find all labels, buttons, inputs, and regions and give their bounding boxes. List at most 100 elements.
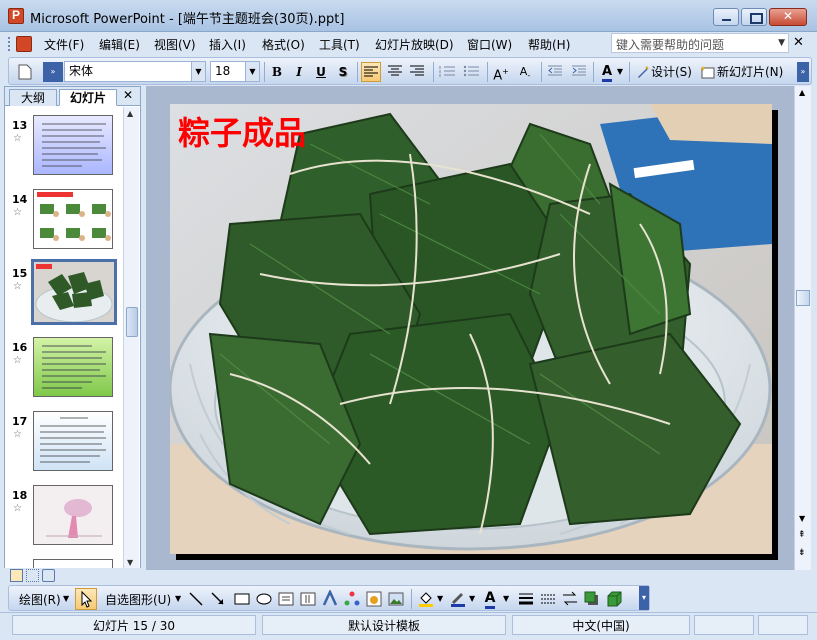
- shadow-button[interactable]: S: [333, 62, 353, 82]
- toolbar-options-icon[interactable]: »: [43, 62, 63, 82]
- shadow-style-icon[interactable]: [583, 590, 601, 608]
- close-pane-icon[interactable]: ✕: [123, 88, 133, 102]
- slide-sorter-icon[interactable]: [26, 569, 39, 582]
- align-right-icon[interactable]: [407, 62, 427, 82]
- close-document-icon[interactable]: ✕: [793, 35, 804, 50]
- vertical-textbox-icon[interactable]: [299, 590, 317, 608]
- chevron-down-icon[interactable]: ▼: [503, 594, 509, 603]
- design-template-status[interactable]: 默认设计模板: [262, 615, 506, 635]
- font-color-icon[interactable]: A: [481, 590, 499, 609]
- menu-view[interactable]: 视图(V): [154, 36, 196, 53]
- line-color-icon[interactable]: [449, 590, 467, 608]
- arrow-style-icon[interactable]: [561, 590, 579, 608]
- fill-color-icon[interactable]: [417, 590, 435, 608]
- minimize-button[interactable]: [713, 8, 739, 26]
- wordart-icon[interactable]: [321, 589, 339, 608]
- close-window-button[interactable]: [769, 8, 807, 26]
- design-button[interactable]: 设计(S): [651, 62, 692, 82]
- scroll-down-icon[interactable]: ▼: [127, 558, 133, 567]
- previous-slide-icon[interactable]: ⇞: [798, 530, 806, 540]
- font-color-icon[interactable]: A: [597, 62, 617, 82]
- draw-menu-button[interactable]: 绘图(R): [19, 591, 61, 608]
- dropdown-arrow-icon[interactable]: ▼: [778, 38, 785, 48]
- chevron-down-icon[interactable]: ▼: [437, 594, 443, 603]
- normal-view-icon[interactable]: [10, 569, 23, 582]
- slide-thumbnail[interactable]: [33, 189, 113, 249]
- slide-thumbnail[interactable]: [33, 337, 113, 397]
- document-icon[interactable]: [16, 36, 32, 52]
- separator: [411, 589, 412, 609]
- menu-format[interactable]: 格式(O): [262, 36, 305, 53]
- font-size-select[interactable]: 18 ▼: [210, 61, 260, 82]
- decrease-font-icon[interactable]: A-: [515, 62, 535, 82]
- tab-outline[interactable]: 大纲: [9, 89, 57, 106]
- scroll-up-icon[interactable]: ▲: [127, 109, 133, 118]
- pane-scrollbar[interactable]: ▲ ▼: [123, 107, 139, 569]
- increase-indent-icon[interactable]: [569, 62, 589, 82]
- menu-help[interactable]: 帮助(H): [528, 36, 570, 53]
- slide-title[interactable]: 粽子成品: [178, 108, 306, 154]
- underline-button[interactable]: U: [311, 62, 331, 82]
- new-slide-button[interactable]: 新幻灯片(N): [717, 62, 783, 82]
- bullet-list-icon[interactable]: [461, 62, 481, 82]
- powerpoint-icon: [8, 8, 24, 24]
- chevron-down-icon[interactable]: ▼: [63, 594, 69, 603]
- chevron-down-icon[interactable]: ▼: [615, 62, 625, 82]
- menu-window[interactable]: 窗口(W): [467, 36, 512, 53]
- decrease-indent-icon[interactable]: [545, 62, 565, 82]
- align-left-icon[interactable]: [361, 62, 381, 82]
- new-document-icon[interactable]: [15, 62, 35, 82]
- textbox-icon[interactable]: [277, 590, 295, 608]
- menu-tools[interactable]: 工具(T): [319, 36, 360, 53]
- main-vertical-scrollbar[interactable]: ▲ ▼ ⇞ ⇟: [794, 86, 811, 570]
- scroll-down-icon[interactable]: ▼: [799, 514, 805, 523]
- scroll-thumb[interactable]: [126, 307, 138, 337]
- arrow-icon[interactable]: [209, 590, 227, 608]
- tab-slides[interactable]: 幻灯片: [59, 89, 117, 106]
- current-slide[interactable]: 粽子成品: [170, 104, 772, 554]
- select-objects-button[interactable]: [75, 588, 97, 610]
- scroll-up-icon[interactable]: ▲: [799, 88, 805, 97]
- bold-button[interactable]: B: [267, 62, 287, 82]
- rectangle-icon[interactable]: [233, 590, 251, 608]
- dash-style-icon[interactable]: [539, 590, 557, 608]
- menu-grip[interactable]: [8, 37, 12, 51]
- next-slide-icon[interactable]: ⇟: [798, 548, 806, 558]
- status-blank: [694, 615, 754, 635]
- help-search-input[interactable]: 键入需要帮助的问题 ▼: [611, 33, 789, 53]
- chevron-down-icon[interactable]: ▼: [175, 594, 181, 603]
- chevron-down-icon[interactable]: ▼: [469, 594, 475, 603]
- clipart-icon[interactable]: [365, 590, 383, 608]
- menu-slideshow[interactable]: 幻灯片放映(D): [375, 36, 454, 53]
- autoshapes-menu-button[interactable]: 自选图形(U): [105, 591, 171, 608]
- increase-font-icon[interactable]: A+: [491, 62, 511, 83]
- slide-thumbnail-selected[interactable]: [30, 258, 118, 326]
- font-name-select[interactable]: 宋体 ▼: [64, 61, 206, 82]
- toolbar-options-icon[interactable]: »: [797, 62, 809, 82]
- line-icon[interactable]: [187, 590, 205, 608]
- slideshow-icon[interactable]: [42, 569, 55, 582]
- line-style-icon[interactable]: [517, 590, 535, 608]
- chevron-down-icon[interactable]: ▼: [245, 62, 259, 81]
- design-icon[interactable]: [633, 62, 653, 82]
- picture-icon[interactable]: [387, 590, 405, 608]
- chevron-down-icon[interactable]: ▼: [191, 62, 205, 81]
- toolbar-options-icon[interactable]: ▾: [639, 586, 649, 610]
- align-center-icon[interactable]: [385, 62, 405, 82]
- italic-button[interactable]: I: [289, 62, 309, 82]
- scroll-thumb[interactable]: [796, 290, 810, 306]
- maximize-button[interactable]: [741, 8, 767, 26]
- diagram-icon[interactable]: [343, 590, 361, 608]
- separator: [357, 62, 358, 82]
- menu-edit[interactable]: 编辑(E): [99, 36, 140, 53]
- oval-icon[interactable]: [255, 590, 273, 608]
- slide-thumbnail[interactable]: [33, 115, 113, 175]
- numbered-list-icon[interactable]: [437, 62, 457, 82]
- pane-tabs: 大纲 幻灯片 ✕: [5, 87, 140, 106]
- new-slide-icon[interactable]: [697, 62, 717, 82]
- slide-thumbnail[interactable]: [33, 411, 113, 471]
- 3d-style-icon[interactable]: [605, 590, 623, 608]
- slide-thumbnail[interactable]: [33, 485, 113, 545]
- menu-insert[interactable]: 插入(I): [209, 36, 246, 53]
- menu-file[interactable]: 文件(F): [44, 36, 84, 53]
